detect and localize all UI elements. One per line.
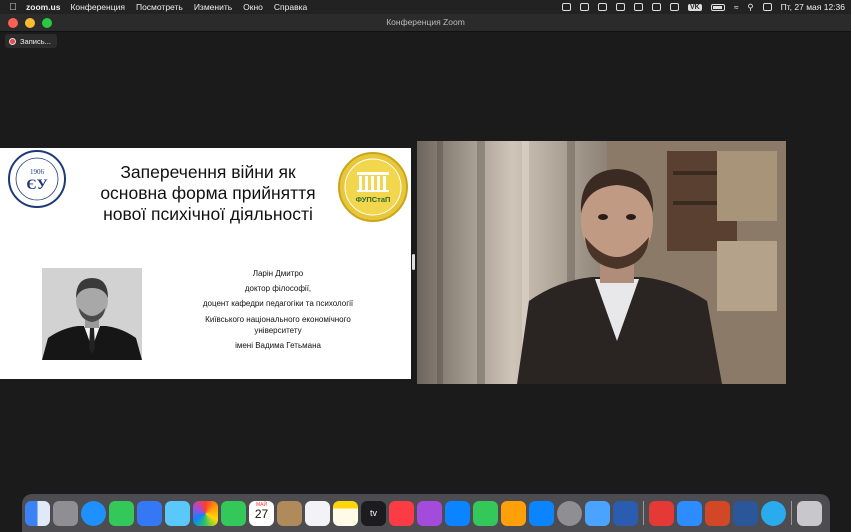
apple-tv-label: tv <box>369 508 377 518</box>
bluetooth-icon[interactable] <box>651 3 661 11</box>
logo-monogram-icon: ЄУ <box>26 177 47 193</box>
finder-icon[interactable] <box>25 500 50 526</box>
menu-bar:  zoom.us Конференция Посмотреть Изменит… <box>0 0 851 14</box>
menu-view[interactable]: Посмотреть <box>136 2 183 12</box>
shared-screen-slide: 1906 ЄУ Заперечення війни як основна фор… <box>0 148 411 379</box>
menu-app-name[interactable]: zoom.us <box>26 2 60 12</box>
music-icon[interactable] <box>389 500 414 526</box>
status-area: VK ≈ ⚲ Пт, 27 мая 12:36 <box>561 0 845 14</box>
trash-icon[interactable] <box>797 500 822 526</box>
maps-icon[interactable] <box>165 500 190 526</box>
word-icon[interactable] <box>733 500 758 526</box>
battery-icon[interactable] <box>710 3 725 11</box>
share-status-icon[interactable] <box>579 3 589 11</box>
mail-icon[interactable] <box>137 500 162 526</box>
numbers-icon[interactable] <box>473 500 498 526</box>
fupstap-logo-text: ФУПСтаП <box>356 195 391 204</box>
control-center-icon[interactable] <box>762 3 772 11</box>
zoom-status-icon[interactable] <box>561 3 571 11</box>
podcasts-icon[interactable] <box>417 500 442 526</box>
contacts-icon[interactable] <box>277 500 302 526</box>
record-dot-icon <box>9 37 16 45</box>
network-icon[interactable] <box>585 500 610 526</box>
vk-icon[interactable]: VK <box>687 3 702 11</box>
author-university-line-2: університету <box>254 325 302 335</box>
window-titlebar: Конференция Zoom <box>0 14 851 32</box>
dock-separator <box>643 501 644 525</box>
slide-title-line-3: нової психічної діяльності <box>103 204 313 224</box>
author-photo <box>42 268 142 360</box>
menu-conference[interactable]: Конференция <box>70 2 124 12</box>
apple-menu-icon[interactable]:  <box>0 2 26 13</box>
slide-title: Заперечення війни як основна форма прийн… <box>78 162 338 225</box>
remote-desktop-icon[interactable] <box>613 500 638 526</box>
author-info: Ларін Дмитро доктор філософії, доцент ка… <box>160 268 396 355</box>
anydesk-icon[interactable] <box>649 500 674 526</box>
fupstap-logo-icon: ФУПСтаП <box>338 152 408 222</box>
window-title: Конференция Zoom <box>386 17 465 27</box>
author-university-line-3: імені Вадима Гетьмана <box>235 341 321 351</box>
notes-icon[interactable] <box>333 500 358 526</box>
menu-clock[interactable]: Пт, 27 мая 12:36 <box>781 2 845 12</box>
search-icon[interactable]: ⚲ <box>747 2 753 13</box>
reminders-icon[interactable] <box>305 500 330 526</box>
powerpoint-icon[interactable] <box>705 500 730 526</box>
photos-icon[interactable] <box>193 500 218 526</box>
pages-icon[interactable] <box>501 500 526 526</box>
author-name: Ларін Дмитро <box>252 269 304 278</box>
record-status-icon[interactable] <box>633 3 643 11</box>
facetime-icon[interactable] <box>221 500 246 526</box>
logo-year: 1906 <box>30 168 45 176</box>
cloud-icon[interactable] <box>597 3 607 11</box>
system-preferences-icon[interactable] <box>557 500 582 526</box>
apple-tv-icon[interactable]: tv <box>361 500 386 526</box>
telegram-icon[interactable] <box>761 500 786 526</box>
sync-icon[interactable] <box>615 3 625 11</box>
author-degree: доктор філософії, <box>244 284 312 294</box>
university-logo-icon: 1906 ЄУ <box>8 150 66 208</box>
zoom-icon[interactable] <box>677 500 702 526</box>
safari-icon[interactable] <box>81 500 106 526</box>
dock: МАЙ 27 tv <box>22 494 830 532</box>
author-university-line-1: Київського національного економічного <box>205 314 351 324</box>
calendar-icon[interactable]: МАЙ 27 <box>249 500 274 526</box>
recording-indicator[interactable]: Запись... <box>5 34 57 48</box>
app-store-icon[interactable] <box>529 500 554 526</box>
wifi-icon[interactable]: ≈ <box>734 2 739 12</box>
dock-separator-2 <box>791 501 792 525</box>
slide-title-line-2: основна форма прийняття <box>100 183 316 203</box>
menu-window[interactable]: Окно <box>243 2 263 12</box>
launchpad-icon[interactable] <box>53 500 78 526</box>
participant-video[interactable] <box>417 141 786 384</box>
messages-icon[interactable] <box>109 500 134 526</box>
split-divider-handle[interactable] <box>412 254 415 270</box>
slide-title-line-1: Заперечення війни як <box>120 162 296 182</box>
recording-label: Запись... <box>20 36 51 46</box>
menu-help[interactable]: Справка <box>274 2 307 12</box>
author-position: доцент кафедри педагогіки та психології <box>202 299 354 309</box>
keynote-icon[interactable] <box>445 500 470 526</box>
menu-edit[interactable]: Изменить <box>194 2 232 12</box>
calendar-day: 27 <box>254 506 269 521</box>
sync-icon-2[interactable] <box>669 3 679 11</box>
